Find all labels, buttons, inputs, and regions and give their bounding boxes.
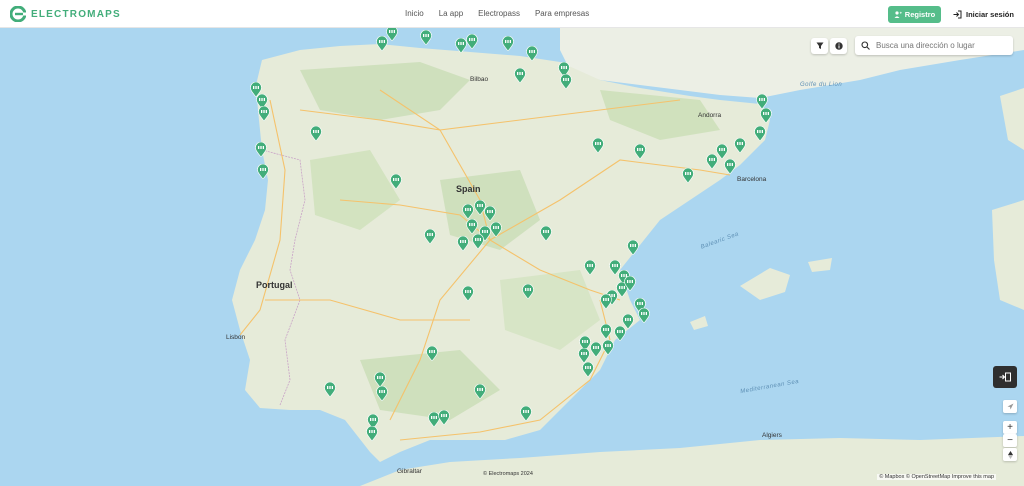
charging-pin-icon[interactable] [638,308,650,323]
charging-pin-icon[interactable] [578,348,590,363]
label-bilbao: Bilbao [470,76,489,83]
brand-name: ELECTROMAPS [31,8,121,20]
compass-button[interactable] [1003,448,1017,461]
label-spain: Spain [456,184,481,194]
charging-pin-icon[interactable] [724,159,736,174]
register-label: Registro [904,10,936,19]
charging-pin-icon[interactable] [602,340,614,355]
charging-pin-icon[interactable] [627,240,639,255]
info-button[interactable] [830,38,847,54]
charging-pin-icon[interactable] [582,362,594,377]
panel-toggle-icon [999,372,1011,382]
top-header: ELECTROMAPS Inicio La app Electropass Pa… [0,0,1024,28]
label-golfe-du-lion: Golfe du Lion [800,82,843,88]
locate-button[interactable] [1003,400,1017,413]
charging-pin-icon[interactable] [374,372,386,387]
map-view[interactable]: Spain Portugal Barcelona Andorra Lisbon … [0,28,1024,486]
charging-pin-icon[interactable] [584,260,596,275]
charging-pin-icon[interactable] [682,168,694,183]
charging-pin-icon[interactable] [624,276,636,291]
minus-icon: − [1007,435,1013,446]
label-andorra: Andorra [698,112,722,119]
charging-pin-icon[interactable] [462,204,474,219]
charging-pin-icon[interactable] [560,74,572,89]
charging-pin-icon[interactable] [366,426,378,441]
charging-pin-icon[interactable] [502,36,514,51]
user-plus-icon [894,11,902,18]
charging-pin-icon[interactable] [600,294,612,309]
label-algiers: Algiers [762,432,782,439]
charging-pin-icon[interactable] [600,324,612,339]
electromaps-logo-icon [10,6,26,22]
main-nav: Inicio La app Electropass Para empresas [405,9,589,18]
charging-pin-icon[interactable] [522,284,534,299]
charging-pin-icon[interactable] [466,34,478,49]
charging-pin-icon[interactable] [760,108,772,123]
list-toggle-button[interactable] [993,366,1017,388]
charging-pin-icon[interactable] [310,126,322,141]
charging-pin-icon[interactable] [514,68,526,83]
charging-pin-icon[interactable] [634,144,646,159]
charging-pin-icon[interactable] [376,386,388,401]
charging-pin-icon[interactable] [614,326,626,341]
zoom-in-button[interactable]: + [1003,421,1017,434]
charging-pin-icon[interactable] [484,206,496,221]
nav-inicio[interactable]: Inicio [405,9,424,18]
charging-pin-icon[interactable] [462,286,474,301]
charging-pin-icon[interactable] [520,406,532,421]
charging-pin-icon[interactable] [438,410,450,425]
login-button[interactable]: Iniciar sesión [953,6,1014,23]
charging-pin-icon[interactable] [590,342,602,357]
map-base [232,28,1024,486]
charging-pin-icon[interactable] [255,142,267,157]
charging-pin-icon[interactable] [526,46,538,61]
map-attribution[interactable]: © Mapbox © OpenStreetMap Improve this ma… [877,474,996,480]
charging-pin-icon[interactable] [420,30,432,45]
charging-pin-icon[interactable] [592,138,604,153]
charging-pin-icon[interactable] [376,36,388,51]
label-portugal: Portugal [256,280,293,290]
charging-pin-icon[interactable] [426,346,438,361]
charging-pin-icon[interactable] [490,222,502,237]
nav-electropass[interactable]: Electropass [478,9,520,18]
label-barcelona: Barcelona [737,176,767,183]
info-icon [834,42,843,50]
copyright-text: © Electromaps 2024 [483,471,533,477]
search-icon [861,41,870,50]
locate-icon [1007,403,1013,410]
charging-pin-icon[interactable] [466,219,478,234]
charging-pin-icon[interactable] [472,234,484,249]
brand-logo[interactable]: ELECTROMAPS [10,6,121,22]
compass-icon [1007,450,1013,459]
charging-pin-icon[interactable] [457,236,469,251]
login-label: Iniciar sesión [966,10,1014,19]
charging-pin-icon[interactable] [756,94,768,109]
register-button[interactable]: Registro [888,6,941,23]
plus-icon: + [1007,422,1013,433]
charging-pin-icon[interactable] [706,154,718,169]
charging-pin-icon[interactable] [474,384,486,399]
label-gibraltar: Gibraltar [397,468,422,475]
charging-pin-icon[interactable] [390,174,402,189]
filter-button[interactable] [811,38,828,54]
label-lisbon: Lisbon [226,334,246,341]
zoom-out-button[interactable]: − [1003,434,1017,447]
nav-para-empresas[interactable]: Para empresas [535,9,589,18]
nav-la-app[interactable]: La app [439,9,463,18]
search-box[interactable] [855,36,1013,55]
charging-pin-icon[interactable] [540,226,552,241]
charging-pin-icon[interactable] [258,106,270,121]
charging-pin-icon[interactable] [324,382,336,397]
charging-pin-icon[interactable] [424,229,436,244]
filter-icon [816,42,823,49]
charging-pin-icon[interactable] [734,138,746,153]
charging-pin-icon[interactable] [754,126,766,141]
charging-pin-icon[interactable] [257,164,269,179]
login-icon [953,10,962,19]
search-input[interactable] [874,40,1008,51]
